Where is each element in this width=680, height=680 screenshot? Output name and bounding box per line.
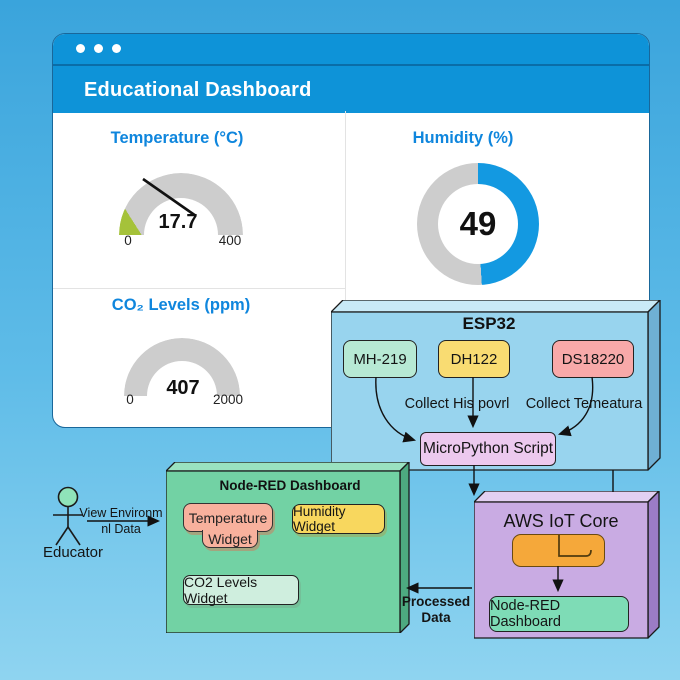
co2-value: 407 bbox=[166, 377, 200, 399]
temperature-panel-title: Temperature (°C) bbox=[110, 129, 244, 147]
educator-label: Educator bbox=[42, 544, 104, 561]
collect-humidity-label: Collect His povrl bbox=[404, 396, 510, 412]
co2-panel-title: CO₂ Levels (ppm) bbox=[111, 296, 251, 314]
collect-temperature-label: Collect Temeatura bbox=[525, 396, 643, 412]
micropython-script-node[interactable]: MicroPython Script bbox=[420, 432, 556, 466]
temperature-tick-min: 0 bbox=[124, 233, 132, 248]
aws-nodered-dashboard-node[interactable]: Node-RED Dashboard bbox=[489, 596, 629, 632]
processed-data-label-line1: Processed bbox=[401, 594, 471, 609]
temperature-widget-tab[interactable]: Widget bbox=[202, 530, 258, 548]
page-title: Educational Dashboard bbox=[84, 79, 312, 101]
humidity-widget[interactable]: Humidity Widget bbox=[292, 504, 385, 534]
window-dot-icon[interactable] bbox=[94, 44, 103, 53]
aws-rule-icon bbox=[512, 534, 605, 567]
temperature-gauge-needle bbox=[142, 177, 197, 218]
scene: Educational Dashboard Temperature (°C) 1… bbox=[0, 0, 680, 680]
view-data-label-line1: View Environm bbox=[79, 506, 163, 520]
aws-title: AWS IoT Core bbox=[503, 511, 619, 531]
temperature-tick-max: 400 bbox=[218, 233, 242, 248]
temperature-widget-label: Temperature bbox=[188, 509, 268, 526]
esp32-title: ESP32 bbox=[462, 314, 516, 333]
panel-divider-horizontal bbox=[53, 288, 345, 289]
humidity-donut: 49 bbox=[417, 163, 539, 285]
nodered-title: Node-RED Dashboard bbox=[219, 478, 361, 493]
co2-levels-widget[interactable]: CO2 Levels Widget bbox=[183, 574, 299, 606]
humidity-panel-title: Humidity (%) bbox=[412, 129, 514, 147]
co2-tick-max: 2000 bbox=[212, 392, 244, 407]
processed-data-label-line2: Data bbox=[421, 610, 451, 625]
window-dot-icon[interactable] bbox=[112, 44, 121, 53]
sensor-ds18220[interactable]: DS18220 bbox=[552, 340, 634, 378]
view-data-label-line2: nl Data bbox=[101, 522, 141, 536]
window-titlebar bbox=[53, 34, 649, 64]
window-dot-icon[interactable] bbox=[76, 44, 85, 53]
sensor-mh219[interactable]: MH-219 bbox=[343, 340, 417, 378]
humidity-value: 49 bbox=[438, 184, 518, 264]
sensor-dh122[interactable]: DH122 bbox=[438, 340, 510, 378]
app-header: Educational Dashboard bbox=[53, 64, 649, 113]
temperature-widget-label2: Widget bbox=[208, 530, 252, 547]
temperature-widget[interactable]: Temperature bbox=[183, 503, 273, 532]
co2-tick-min: 0 bbox=[126, 392, 134, 407]
